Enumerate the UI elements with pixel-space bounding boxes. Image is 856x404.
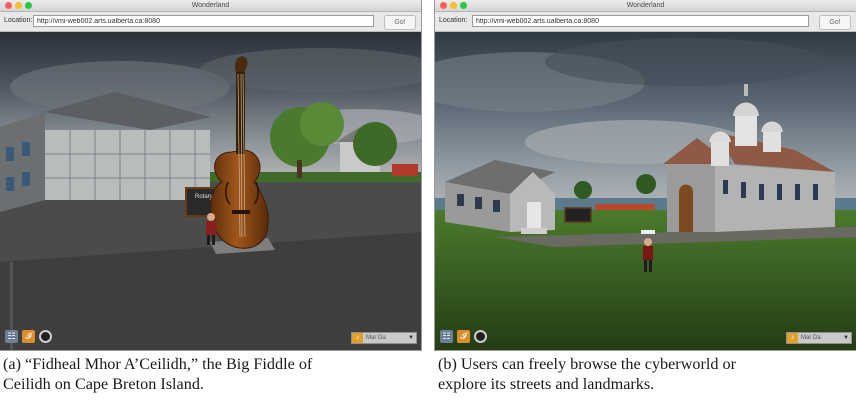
chevron-down-icon[interactable]: ▼ [408, 333, 414, 343]
grid-icon[interactable]: ☷ [440, 330, 453, 343]
building-side [0, 112, 45, 212]
camera-icon[interactable] [39, 330, 52, 343]
wonderland-window-a: Wonderland Location: Go! [0, 0, 421, 350]
3d-scene-a[interactable]: Rotary [0, 32, 421, 350]
window [457, 194, 464, 206]
cloud [545, 38, 825, 86]
caption-a-line2: Ceilidh on Cape Breton Island. [3, 375, 204, 393]
window [6, 177, 14, 191]
grid-icon[interactable]: ☷ [5, 330, 18, 343]
window [475, 197, 482, 209]
title-bar-b: Wonderland [435, 0, 856, 12]
audio-label-a: Mar Da [366, 335, 386, 341]
caption-b-line1: (b) Users can freely browse the cyberwor… [438, 355, 736, 373]
red-car [392, 164, 418, 176]
info-icon[interactable]: 𝓘 [457, 330, 470, 343]
tree [353, 122, 397, 166]
location-input-b[interactable] [472, 15, 809, 27]
go-button-a[interactable]: Go! [384, 15, 416, 30]
window [493, 200, 500, 212]
location-label-a: Location: [4, 17, 33, 24]
caption-a-line1: (a) “Fidheal Mhor A’Ceilidh,” the Big Fi… [3, 355, 313, 373]
title-bar-a: Wonderland [0, 0, 421, 12]
window [22, 172, 30, 186]
window [6, 147, 14, 161]
tree-trunk [297, 160, 302, 178]
speaker-icon[interactable]: ♪ [352, 333, 363, 343]
location-bar-b: Location: Go! [435, 12, 856, 32]
go-button-b[interactable]: Go! [819, 15, 851, 30]
sign-text: Rotary [195, 194, 213, 200]
audio-label-b: Mar Da [801, 335, 821, 341]
chevron-down-icon[interactable]: ▼ [843, 333, 849, 343]
location-label-b: Location: [439, 17, 468, 24]
screenshot-b: Wonderland Location: Go! [435, 0, 856, 350]
caption-b-line2: explore its streets and landmarks. [438, 375, 655, 393]
steps [521, 228, 547, 234]
window-title-b: Wonderland [626, 2, 665, 9]
caption-a: (a) “Fidheal Mhor A’Ceilidh,” the Big Fi… [3, 354, 431, 394]
caption-b: (b) Users can freely browse the cyberwor… [438, 354, 856, 394]
house-door [527, 202, 541, 228]
tree [574, 181, 592, 199]
window [22, 142, 30, 156]
tree [300, 102, 344, 146]
camera-icon[interactable] [474, 330, 487, 343]
audio-control-a[interactable]: ♪ Mar Da ▼ [351, 332, 417, 344]
audio-control-b[interactable]: ♪ Mar Da ▼ [786, 332, 852, 344]
location-bar-a: Location: Go! [0, 12, 421, 32]
speaker-icon[interactable]: ♪ [787, 333, 798, 343]
screenshot-a: Wonderland Location: Go! [0, 0, 421, 350]
window-title-a: Wonderland [191, 2, 230, 9]
wonderland-window-b: Wonderland Location: Go! [435, 0, 856, 350]
tree [636, 174, 656, 194]
info-sign[interactable] [564, 207, 592, 223]
3d-scene-b[interactable] [435, 32, 856, 350]
location-input-a[interactable] [33, 15, 374, 27]
info-icon[interactable]: 𝓘 [22, 330, 35, 343]
